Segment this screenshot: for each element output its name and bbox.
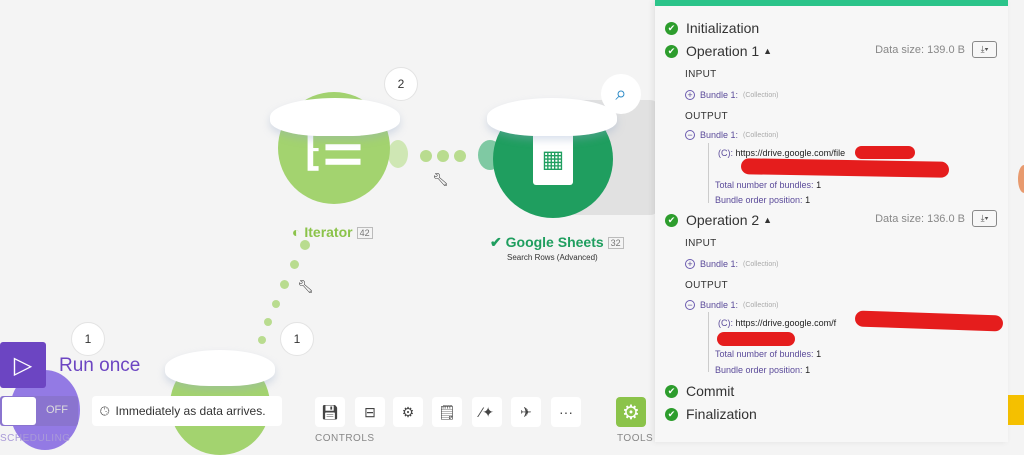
operations-count-bubble[interactable]: 1 (71, 322, 105, 356)
collapse-icon: − (685, 300, 695, 310)
explain-flow-button[interactable]: ✈︎ (511, 397, 541, 427)
airplane-icon: ✈︎ (520, 403, 532, 420)
settings-button[interactable]: ⚙ (393, 397, 423, 427)
initialization-row: ✔ Initialization (665, 20, 759, 36)
total-bundles: Total number of bundles: 1 (715, 349, 822, 359)
notes-button[interactable]: 🗒︎ (432, 397, 462, 427)
output-url: (C): https://drive.google.com/file (718, 148, 846, 158)
data-size: Data size: 139.0 B (875, 44, 965, 56)
caret-up-icon: ▲ (763, 215, 773, 225)
check-icon: ✔ (665, 213, 678, 227)
download-dropdown[interactable]: ⤓▾ (972, 41, 997, 58)
iterator-label: ◐ Iterator 42 (292, 224, 373, 240)
clock-icon: 🕓︎ (100, 403, 110, 418)
bundle-order: Bundle order position: 1 (715, 365, 811, 375)
data-size: Data size: 136.0 B (875, 213, 965, 225)
download-icon: ⤓▾ (980, 44, 989, 54)
operations-count-bubble[interactable]: 1 (280, 322, 314, 356)
operation-1-header[interactable]: ✔ Operation 1 ▲ (665, 43, 772, 59)
check-icon: ✔ (665, 21, 678, 35)
google-sheets-subtitle: Search Rows (Advanced) (507, 253, 598, 262)
check-icon: ✔ (665, 384, 678, 398)
play-icon: ▷ (13, 351, 33, 379)
input-heading: INPUT (685, 69, 717, 80)
input-bundle[interactable]: + Bundle 1: (Collection) (685, 90, 778, 100)
note-icon: 🗒︎ (438, 403, 456, 420)
search-bubble[interactable]: ⌕ (601, 74, 641, 114)
scheduling-section-label: SCHEDULING (0, 433, 71, 444)
route-wrench-icon[interactable]: 🔧︎ (432, 172, 449, 188)
output-bundle[interactable]: − Bundle 1: (Collection) (685, 130, 778, 140)
execution-inspector-panel: ✔ Initialization ✔ Operation 1 ▲ Data size:… (655, 0, 1008, 442)
google-sheets-label: ✔ Google Sheets 32 (490, 234, 624, 251)
finalization-row: ✔ Finalization (665, 406, 757, 422)
input-heading: INPUT (685, 238, 717, 249)
output-url: (C): https://drive.google.com/f (718, 318, 837, 328)
collapse-icon: − (685, 130, 695, 140)
operation-2-header[interactable]: ✔ Operation 2 ▲ (665, 212, 772, 228)
output-heading: OUTPUT (685, 280, 728, 291)
wand-icon: ⁄✦ (479, 403, 495, 420)
route-wrench-icon[interactable]: 🔧︎ (297, 279, 314, 295)
schedule-setting[interactable]: 🕓︎ Immediately as data arrives. (92, 396, 282, 426)
output-bundle[interactable]: − Bundle 1: (Collection) (685, 300, 778, 310)
check-icon: ✔ (665, 407, 678, 421)
download-icon: ⤓▾ (980, 213, 989, 223)
download-dropdown[interactable]: ⤓▾ (972, 210, 997, 227)
save-icon: 💾︎ (321, 403, 339, 420)
run-once-button[interactable]: ▷ (0, 342, 46, 388)
more-button[interactable]: ··· (551, 397, 581, 427)
gear-icon: ⚙ (401, 403, 415, 420)
google-sheets-icon: ▦ (533, 133, 573, 185)
align-icon: ⊟ (364, 403, 376, 420)
operations-count-bubble[interactable]: 2 (384, 67, 418, 101)
input-bundle[interactable]: + Bundle 1: (Collection) (685, 259, 778, 269)
run-once-label[interactable]: Run once (59, 355, 140, 377)
check-icon: ✔ (665, 44, 678, 58)
total-bundles: Total number of bundles: 1 (715, 180, 822, 190)
magic-wand-button[interactable]: ⁄✦ (472, 397, 502, 427)
gear-icon: ⚙ (622, 401, 640, 424)
commit-row: ✔ Commit (665, 383, 734, 399)
expand-icon: + (685, 259, 695, 269)
controls-section-label: CONTROLS (315, 433, 375, 444)
save-button[interactable]: 💾︎ (315, 397, 345, 427)
tools-button[interactable]: ⚙ (616, 397, 646, 427)
auto-align-button[interactable]: ⊟ (355, 397, 385, 427)
bundle-order: Bundle order position: 1 (715, 195, 811, 205)
tools-section-label: TOOLS (617, 433, 654, 444)
expand-icon: + (685, 90, 695, 100)
output-heading: OUTPUT (685, 111, 728, 122)
caret-up-icon: ▲ (763, 46, 773, 56)
scheduling-toggle[interactable]: OFF (0, 396, 78, 426)
